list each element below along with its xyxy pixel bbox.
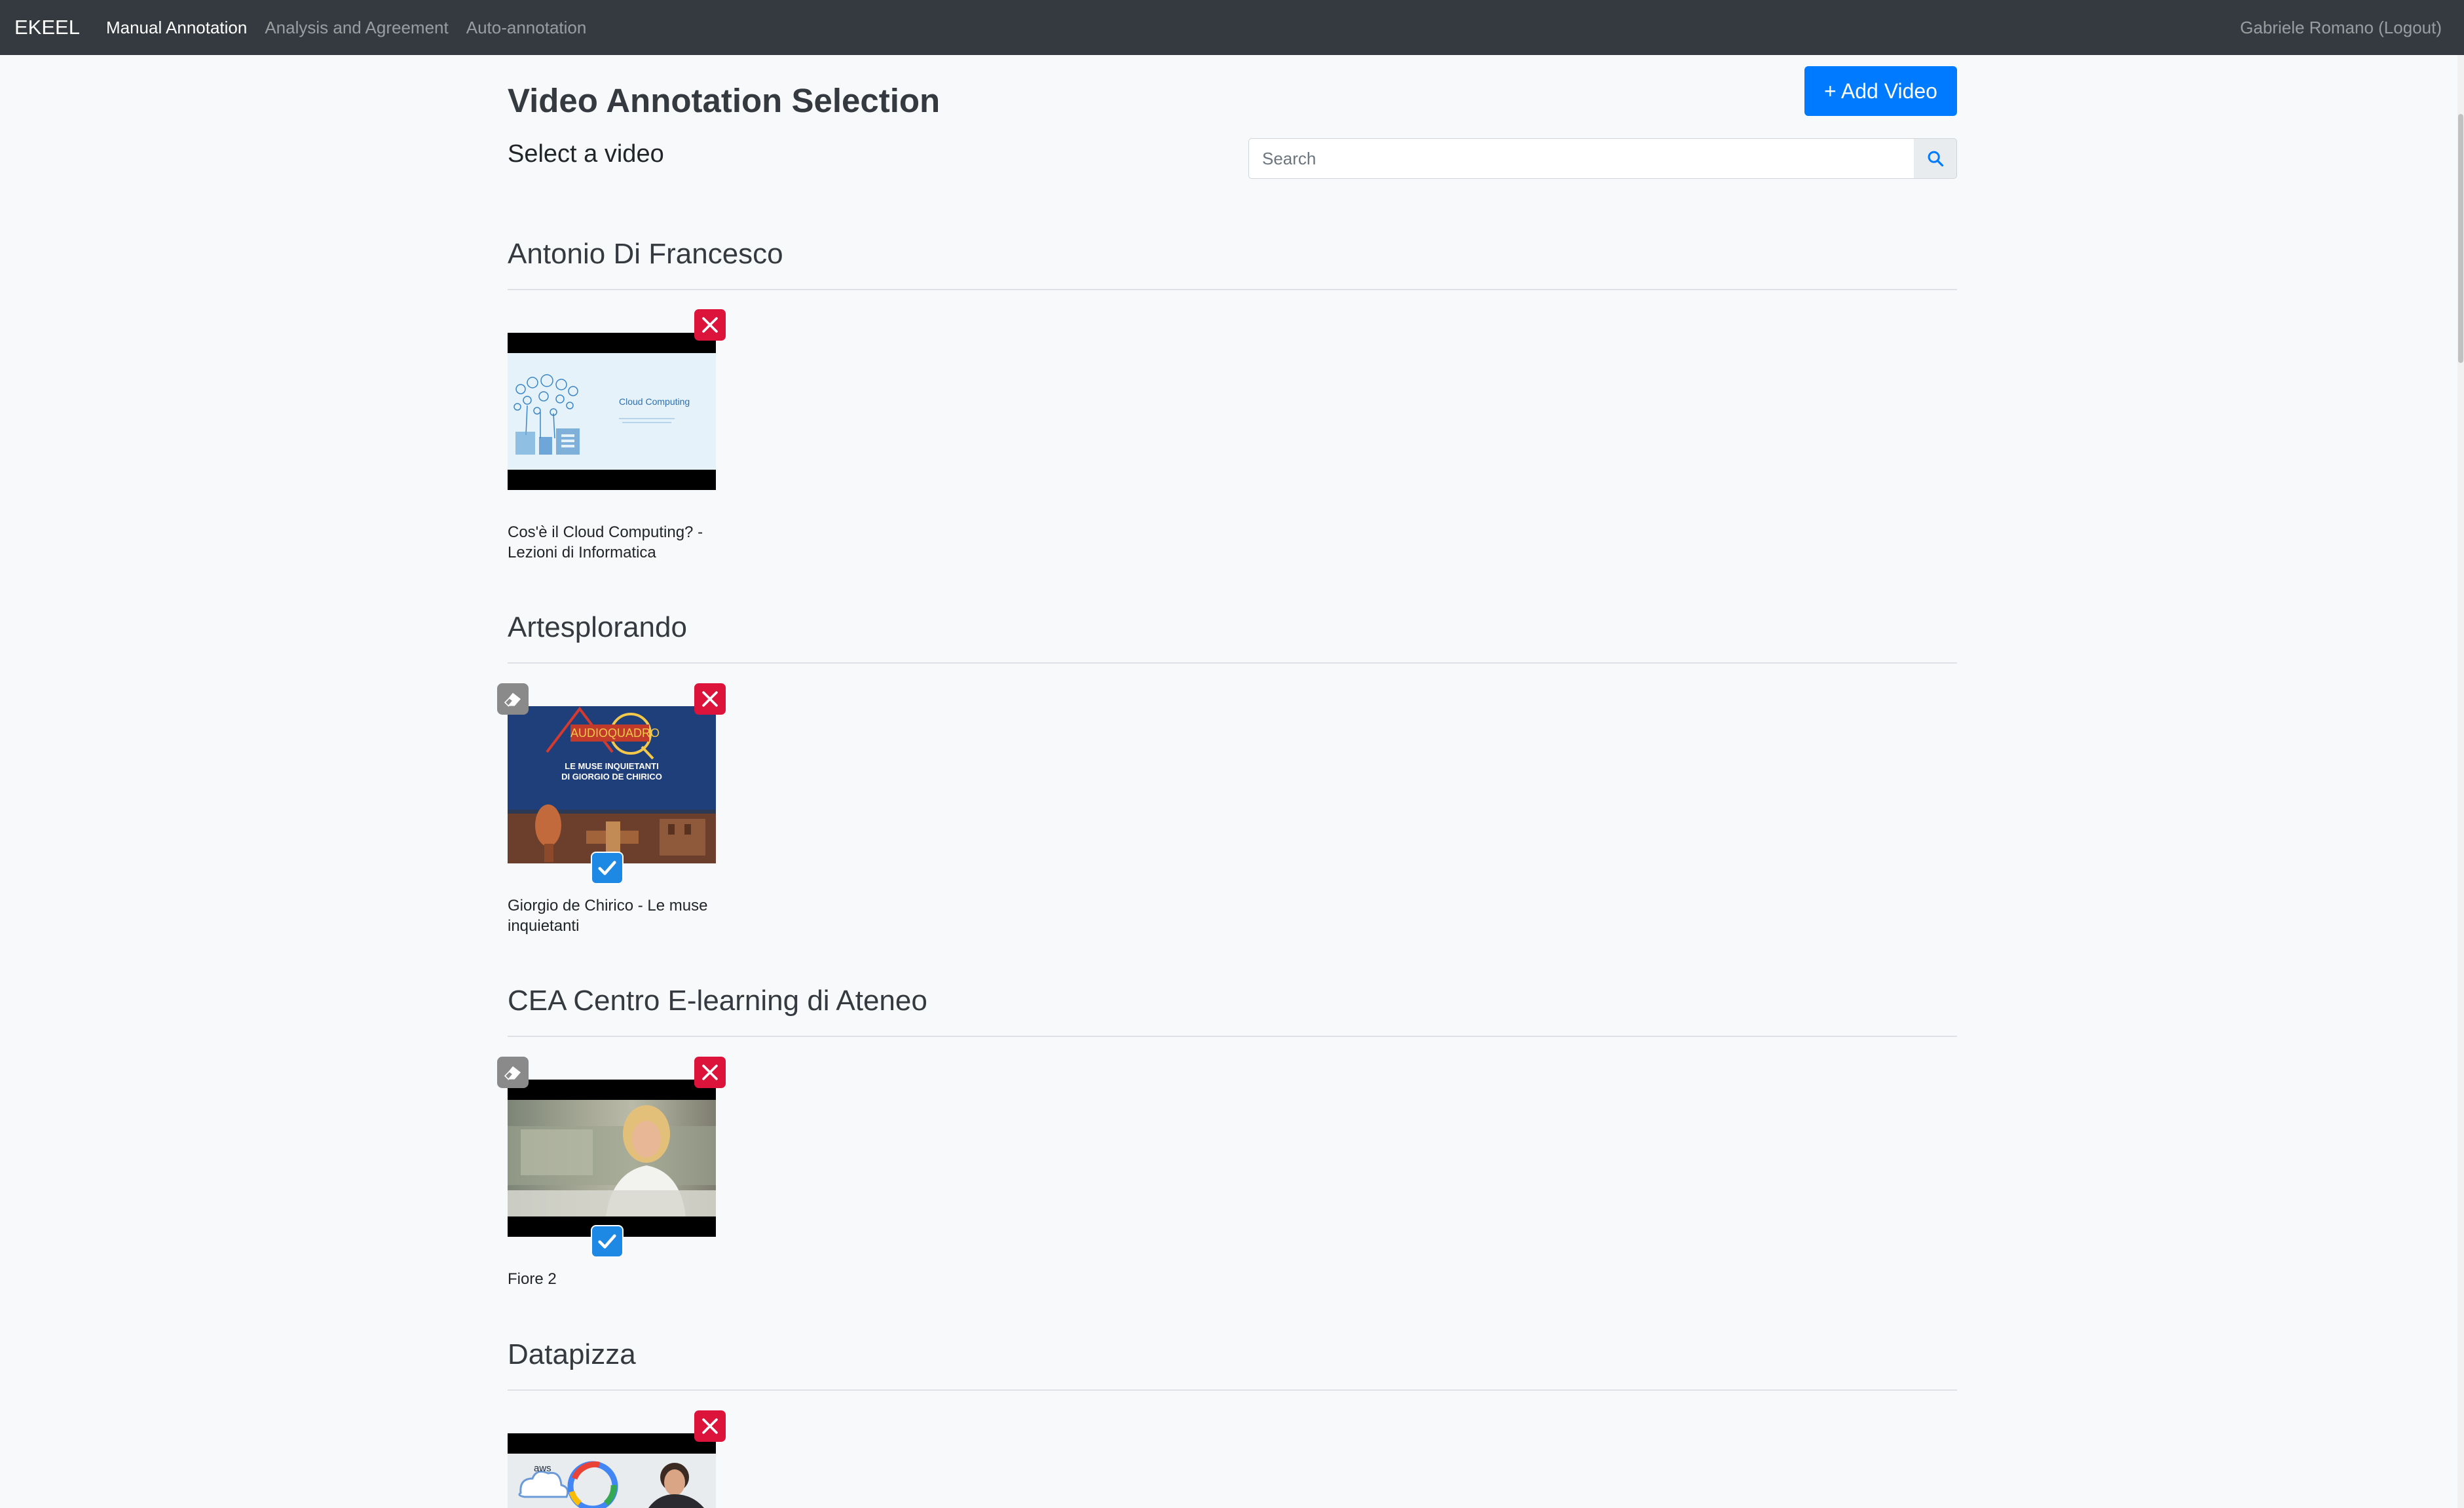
thumbnail-text: Cloud Computing [619, 396, 690, 407]
page-subtitle: Select a video [508, 140, 664, 168]
thumbnail-text: DI GIORGIO DE CHIRICO [561, 772, 662, 782]
add-video-button[interactable]: + Add Video [1804, 66, 1957, 116]
thumbnail-logo-text: AUDIOQUADRO [570, 725, 660, 742]
eraser-icon [504, 692, 521, 707]
user-logout-link[interactable]: Gabriele Romano (Logout) [2240, 18, 2442, 38]
close-icon [702, 317, 718, 333]
video-title[interactable]: Fiore 2 [508, 1269, 724, 1289]
delete-video-button[interactable] [694, 1057, 726, 1088]
annotated-check-button[interactable] [591, 852, 624, 884]
video-thumbnail[interactable]: Cloud Computing [508, 333, 716, 490]
channel-heading: CEA Centro E-learning di Ateneo [508, 985, 927, 1017]
nav-analysis-agreement[interactable]: Analysis and Agreement [265, 18, 448, 38]
close-icon [702, 1418, 718, 1434]
nav-auto-annotation[interactable]: Auto-annotation [466, 18, 587, 38]
search-button[interactable] [1914, 138, 1957, 179]
video-thumbnail[interactable]: AUDIOQUADRO LE MUSE INQUIETANTI DI GIORG… [508, 706, 716, 863]
section-divider [508, 1036, 1957, 1037]
video-thumbnail[interactable] [508, 1080, 716, 1237]
erase-annotations-button[interactable] [497, 683, 529, 715]
search-input[interactable] [1248, 138, 1915, 179]
video-thumbnail[interactable]: aws [508, 1433, 716, 1508]
search-icon [1928, 151, 1943, 167]
nav-manual-annotation[interactable]: Manual Annotation [106, 18, 247, 38]
channel-heading: Artesplorando [508, 611, 687, 643]
eraser-icon [504, 1066, 521, 1080]
delete-video-button[interactable] [694, 683, 726, 715]
brand-logo[interactable]: EKEEL [14, 16, 80, 39]
section-divider [508, 662, 1957, 664]
channel-heading: Datapizza [508, 1338, 636, 1370]
cloud-logos-illustration [518, 1461, 704, 1508]
close-icon [702, 691, 718, 707]
page-scrollbar[interactable] [2457, 55, 2464, 1508]
thumbnail-text: aws [534, 1463, 551, 1474]
video-title[interactable]: Cos'è il Cloud Computing? - Lezioni di I… [508, 522, 724, 563]
check-icon [598, 861, 616, 875]
video-title[interactable]: Giorgio de Chirico - Le muse inquietanti [508, 895, 724, 936]
delete-video-button[interactable] [694, 309, 726, 341]
thumbnail-text: LE MUSE INQUIETANTI [565, 761, 659, 771]
check-icon [598, 1234, 616, 1249]
top-navbar: EKEEL Manual Annotation Analysis and Agr… [0, 0, 2464, 55]
erase-annotations-button[interactable] [497, 1057, 529, 1088]
close-icon [702, 1065, 718, 1080]
section-divider [508, 289, 1957, 290]
cloud-network-illustration [513, 374, 675, 455]
scrollbar-thumb[interactable] [2458, 114, 2463, 363]
annotated-check-button[interactable] [591, 1225, 624, 1258]
page-title: Video Annotation Selection [508, 82, 941, 119]
channel-heading: Antonio Di Francesco [508, 238, 783, 270]
delete-video-button[interactable] [694, 1410, 726, 1442]
lecturer-illustration [508, 1105, 716, 1216]
section-divider [508, 1389, 1957, 1391]
